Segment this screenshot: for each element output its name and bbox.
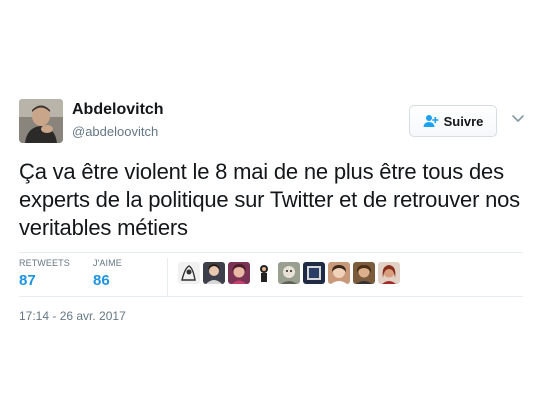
user-avatar-icon[interactable] <box>203 262 225 284</box>
divider <box>19 252 523 253</box>
tweet-card: Abdelovitch @abdeloovitch Suivre Ça va ê… <box>0 0 547 410</box>
author-display-name[interactable]: Abdelovitch <box>72 101 164 119</box>
user-avatar-icon[interactable] <box>228 262 250 284</box>
stats-separator <box>167 258 168 296</box>
profile-photo-icon <box>19 99 63 143</box>
follow-button[interactable]: Suivre <box>409 105 497 137</box>
tweet-timestamp[interactable]: 17:14 - 26 avr. 2017 <box>19 309 126 323</box>
user-avatar-icon[interactable] <box>353 262 375 284</box>
add-user-icon <box>423 115 438 127</box>
user-avatar-icon[interactable] <box>253 262 275 284</box>
likers-avatars <box>178 262 400 286</box>
user-avatar-icon[interactable] <box>328 262 350 284</box>
user-avatar-icon[interactable] <box>378 262 400 284</box>
retweets-stat[interactable]: RETWEETS 87 <box>19 258 70 289</box>
user-avatar-icon[interactable] <box>303 262 325 284</box>
user-avatar-icon[interactable] <box>278 262 300 284</box>
divider <box>19 296 523 297</box>
user-avatar-icon[interactable] <box>178 262 200 284</box>
likes-stat[interactable]: J'AIME 86 <box>93 258 122 289</box>
tweet-text: Ça va être violent le 8 mai de ne plus ê… <box>19 159 520 240</box>
likes-count: 86 <box>93 272 110 289</box>
author-handle[interactable]: @abdeloovitch <box>72 124 158 139</box>
author-avatar[interactable] <box>19 99 63 143</box>
chevron-down-icon[interactable] <box>511 114 525 124</box>
retweets-count: 87 <box>19 272 36 289</box>
retweets-label: RETWEETS <box>19 258 70 268</box>
likes-label: J'AIME <box>93 258 122 268</box>
follow-button-label: Suivre <box>443 113 484 129</box>
